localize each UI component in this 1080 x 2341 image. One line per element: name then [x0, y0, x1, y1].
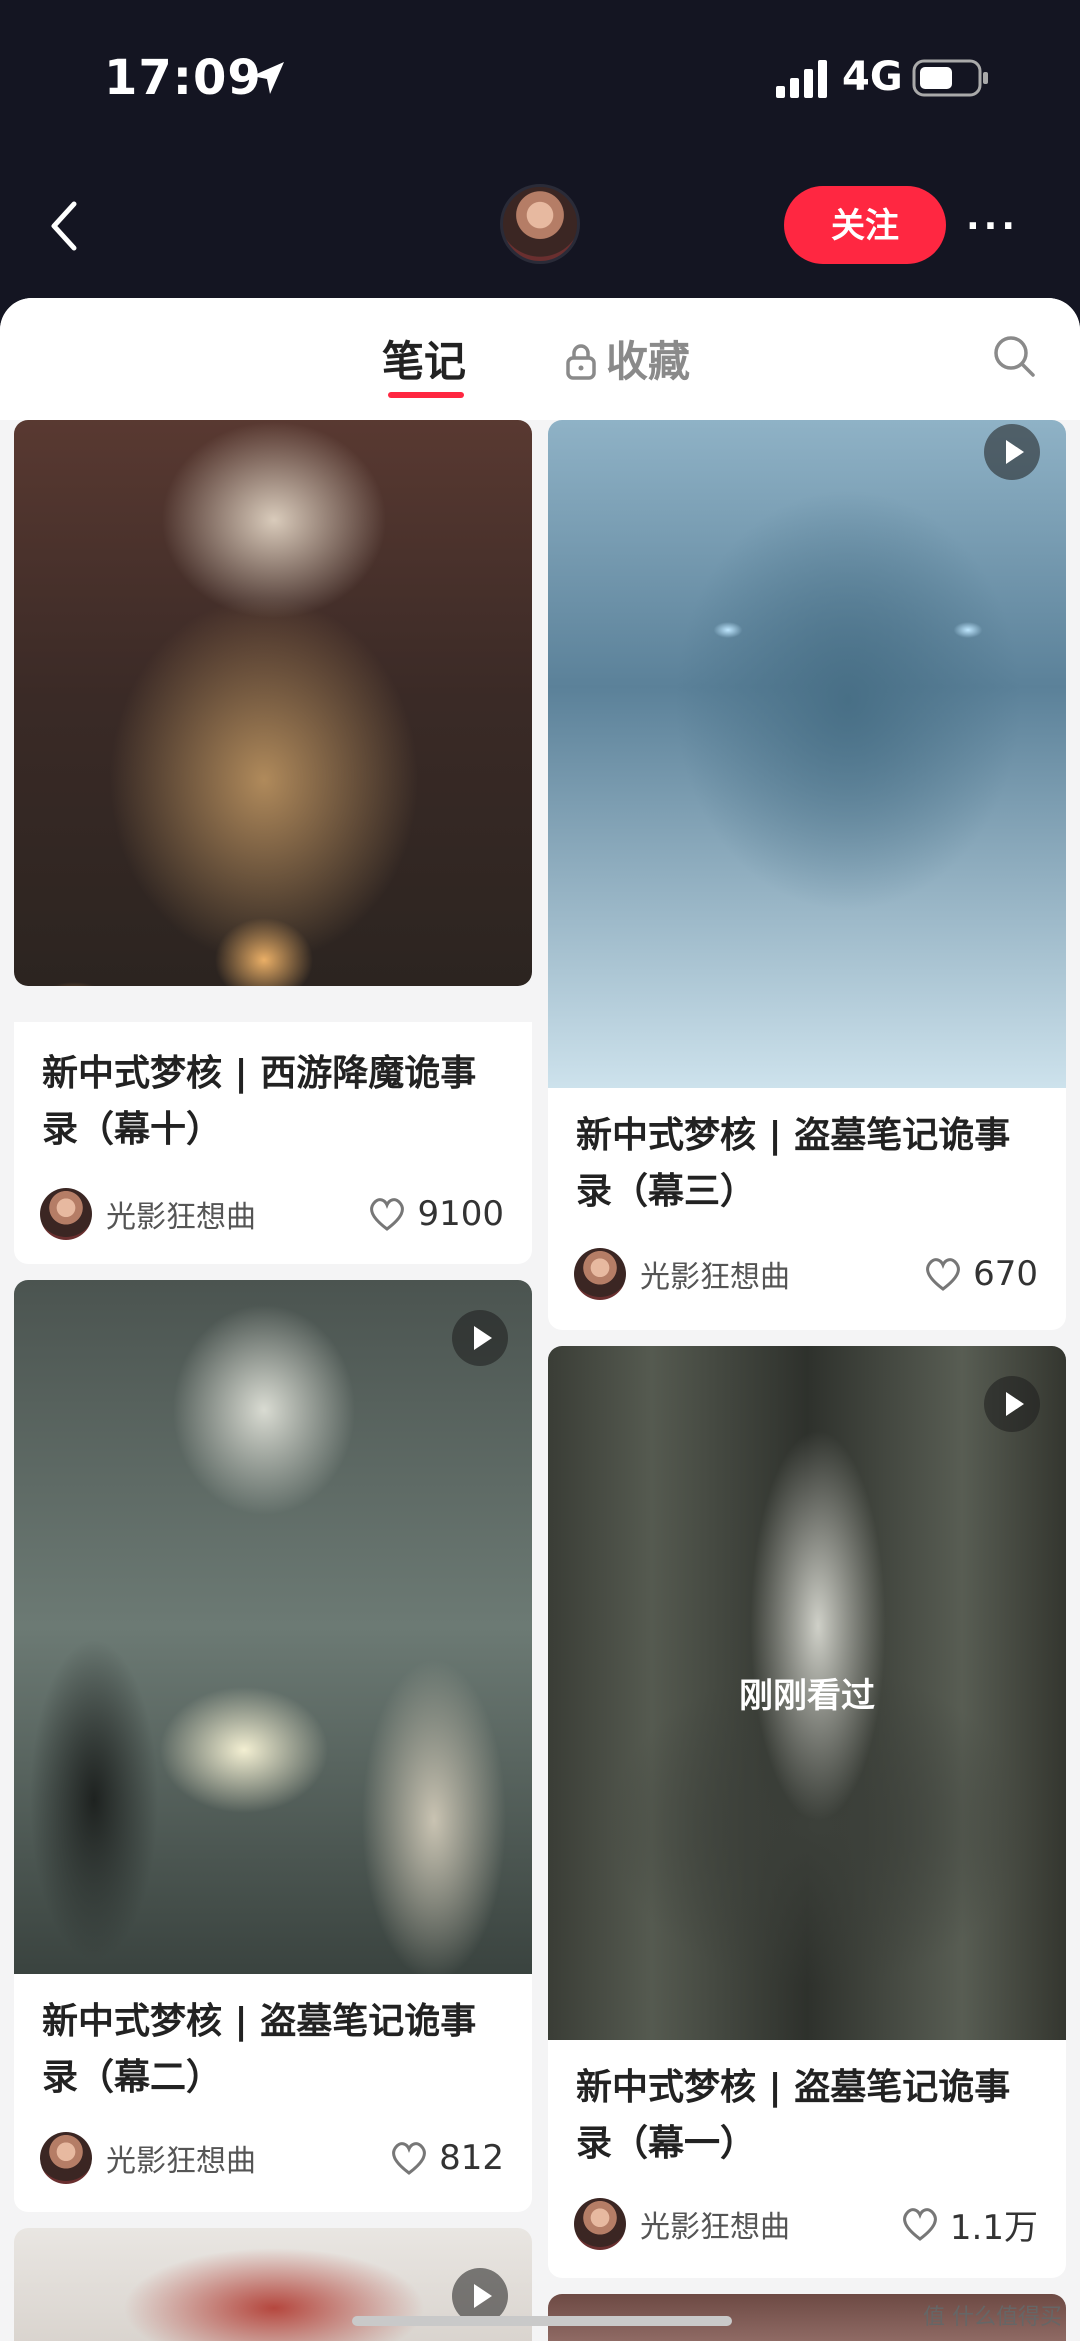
status-time: 17:09 — [104, 50, 262, 106]
status-bar: 17:09 4G — [0, 0, 1080, 160]
note-author[interactable]: 光影狂想曲 — [40, 2130, 256, 2186]
tab-bar: 笔记 收藏 — [0, 298, 1080, 420]
note-author[interactable]: 光影狂想曲 — [574, 2196, 790, 2252]
like-count[interactable]: 1.1万 — [900, 2196, 1038, 2252]
heart-icon — [926, 1258, 960, 1291]
active-tab-indicator — [388, 392, 464, 398]
note-cover-image — [14, 420, 532, 986]
profile-avatar[interactable] — [500, 184, 580, 264]
video-play-icon — [984, 1376, 1040, 1432]
note-author[interactable]: 光影狂想曲 — [40, 1186, 256, 1242]
author-name: 光影狂想曲 — [640, 1260, 790, 1295]
home-indicator[interactable] — [352, 2316, 732, 2326]
heart-icon — [392, 2142, 426, 2175]
note-title: 新中式梦核 | 盗墓笔记诡事录（幕一） — [576, 2067, 1011, 2164]
battery-icon — [912, 59, 988, 97]
note-title: 新中式梦核 | 盗墓笔记诡事录（幕二） — [42, 2001, 477, 2098]
follow-button[interactable]: 关注 — [784, 186, 946, 264]
profile-nav-bar: 关注 ··· — [0, 170, 1080, 290]
watermark: 值 什么值得买 — [923, 2305, 1062, 2330]
video-play-icon — [452, 1310, 508, 1366]
note-card-info[interactable]: 新中式梦核 | 盗墓笔记诡事录（幕三） 光影狂想曲 670 — [548, 1088, 1066, 1330]
like-count-value: 1.1万 — [949, 2207, 1038, 2248]
heart-icon — [903, 2208, 937, 2241]
tab-favorites-label: 收藏 — [606, 337, 691, 386]
location-arrow-icon — [252, 62, 284, 94]
like-count-value: 812 — [439, 2138, 504, 2178]
like-count[interactable]: 670 — [923, 1246, 1038, 1302]
author-avatar — [40, 1188, 92, 1240]
note-card[interactable] — [548, 420, 1066, 1088]
author-avatar — [40, 2132, 92, 2184]
note-author[interactable]: 光影狂想曲 — [574, 1246, 790, 1302]
note-title: 新中式梦核 | 西游降魔诡事录（幕十） — [42, 1053, 477, 1150]
note-card-info[interactable]: 新中式梦核 | 西游降魔诡事录（幕十） 光影狂想曲 9100 — [14, 1022, 532, 1264]
heart-icon — [370, 1198, 405, 1231]
tab-notes[interactable]: 笔记 — [382, 328, 466, 389]
note-card-info[interactable]: 新中式梦核 | 盗墓笔记诡事录（幕一） 光影狂想曲 1.1万 — [548, 2040, 1066, 2278]
note-title: 新中式梦核 | 盗墓笔记诡事录（幕三） — [576, 1115, 1011, 1212]
note-card[interactable] — [14, 1280, 532, 1974]
back-arrow-icon[interactable] — [40, 196, 90, 256]
lock-icon — [566, 344, 596, 380]
search-icon[interactable] — [992, 334, 1036, 378]
author-name: 光影狂想曲 — [640, 2210, 790, 2245]
author-avatar — [574, 2198, 626, 2250]
network-type: 4G — [842, 54, 903, 100]
content-sheet: 笔记 收藏 新中式梦核 | 西游降魔诡事录（幕十） 光影狂想曲 9100 新中式… — [0, 298, 1080, 2341]
note-cover-image — [14, 1280, 532, 1974]
note-card-info[interactable]: 新中式梦核 | 盗墓笔记诡事录（幕二） 光影狂想曲 812 — [14, 1974, 532, 2212]
note-card[interactable]: 刚刚看过 — [548, 1346, 1066, 2040]
like-count-value: 9100 — [417, 1194, 504, 1234]
like-count-value: 670 — [973, 1254, 1038, 1294]
author-name: 光影狂想曲 — [106, 2144, 256, 2179]
more-options-icon[interactable]: ··· — [966, 206, 1046, 247]
author-name: 光影狂想曲 — [106, 1200, 256, 1235]
author-avatar — [574, 1248, 626, 1300]
tab-favorites[interactable]: 收藏 — [564, 328, 690, 389]
note-cover-image — [548, 420, 1066, 1088]
note-card[interactable] — [14, 420, 532, 986]
video-play-icon — [984, 424, 1040, 480]
like-count[interactable]: 9100 — [367, 1186, 504, 1242]
recently-viewed-label: 刚刚看过 — [739, 1676, 875, 1716]
cellular-signal-icon — [776, 60, 827, 98]
like-count[interactable]: 812 — [389, 2130, 504, 2186]
